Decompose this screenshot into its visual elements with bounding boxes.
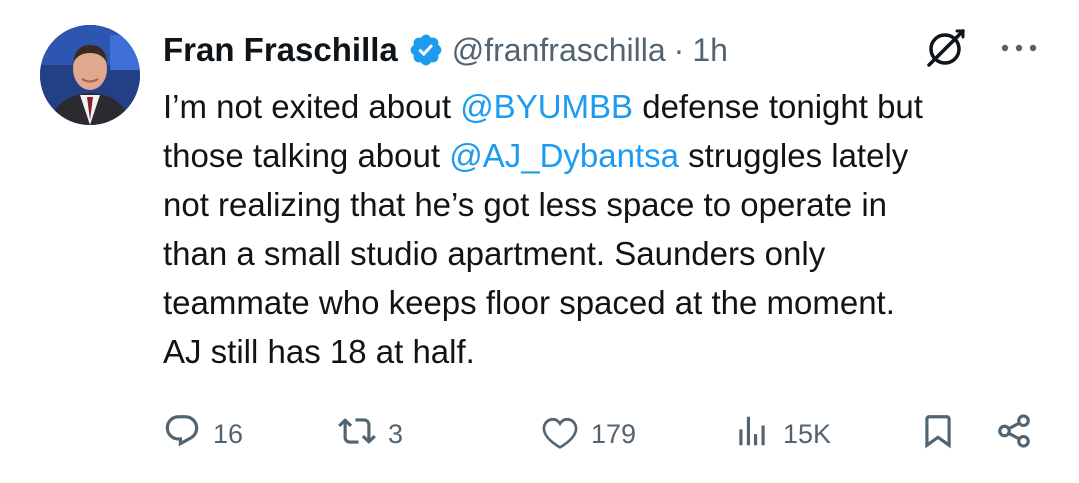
like-count: 179 [591, 418, 637, 449]
mention-link[interactable]: @BYUMBB [460, 88, 633, 125]
like-button[interactable]: 179 [541, 410, 636, 458]
tweet-text-part: I’m not exited about [163, 88, 461, 125]
reply-icon [163, 412, 201, 457]
author-name[interactable]: Fran Fraschilla [163, 31, 398, 69]
avatar[interactable] [40, 25, 140, 125]
share-icon [995, 412, 1033, 457]
mention-link[interactable]: @AJ_Dybantsa [449, 137, 679, 174]
retweet-count: 3 [388, 418, 404, 449]
bookmark-icon [919, 412, 957, 457]
verified-badge-icon[interactable] [408, 32, 444, 68]
tweet-actions: 16 3 179 15K [163, 410, 1039, 458]
tweet-timestamp[interactable]: 1h [692, 32, 728, 69]
separator-dot: · [673, 31, 685, 68]
author-handle[interactable]: @franfraschilla [452, 32, 666, 69]
retweet-icon [338, 412, 376, 457]
reply-button[interactable]: 16 [163, 410, 243, 458]
tweet-text: I’m not exited about @BYUMBB defense ton… [163, 82, 1043, 376]
views-icon [733, 412, 771, 457]
bookmark-button[interactable] [919, 410, 957, 458]
heart-icon [541, 412, 579, 457]
more-dots-icon[interactable] [999, 40, 1039, 61]
views-button[interactable]: 15K [733, 410, 831, 458]
retweet-button[interactable]: 3 [338, 410, 403, 458]
views-count: 15K [783, 418, 832, 449]
avatar-photo [40, 25, 140, 125]
share-button[interactable] [995, 410, 1033, 458]
tweet-header: Fran Fraschilla @franfraschilla · 1h [163, 24, 1039, 76]
grok-icon[interactable] [923, 25, 999, 76]
reply-count: 16 [213, 418, 244, 449]
